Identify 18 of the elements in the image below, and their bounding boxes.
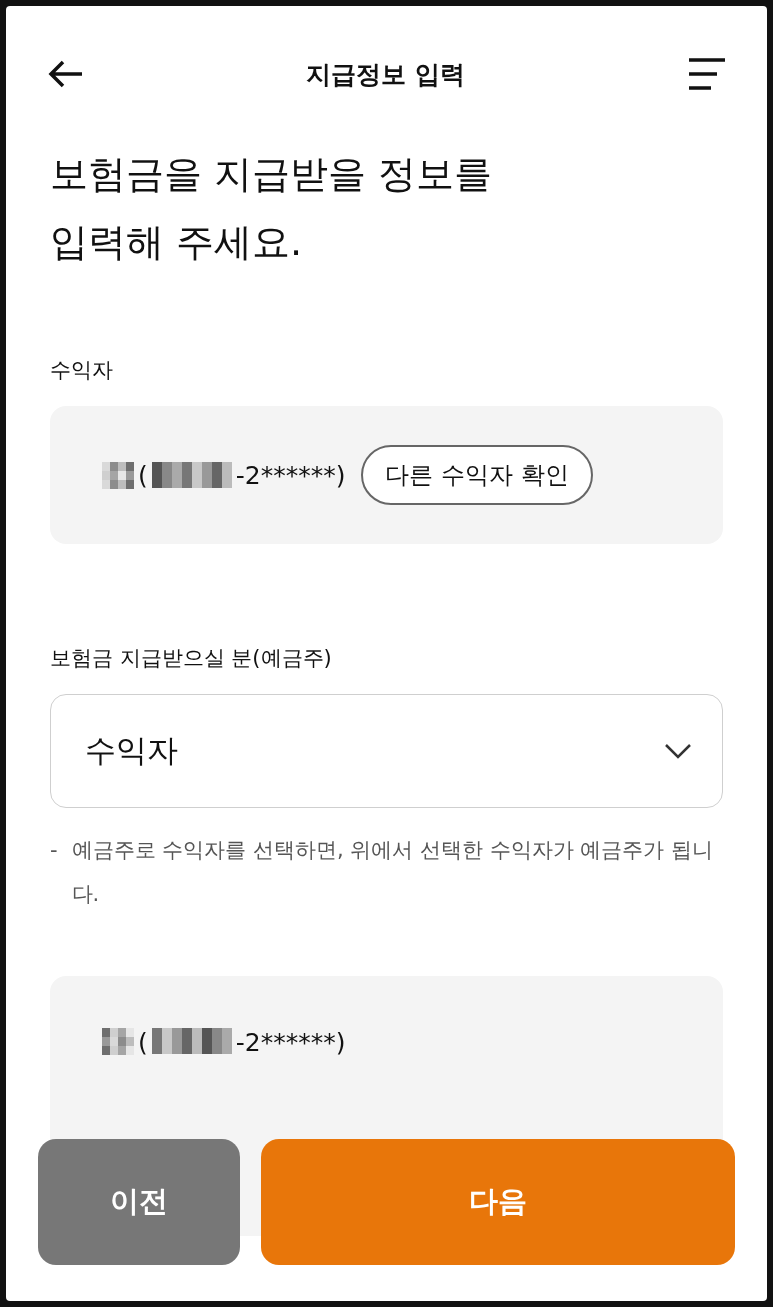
note-dash: - — [50, 837, 58, 864]
masked-id-text: -2******) — [235, 460, 346, 490]
page-title: 지급정보 입력 — [306, 58, 465, 91]
masked-id-text: -2******) — [235, 1028, 346, 1057]
field-label: 수익자 — [50, 357, 114, 384]
blurred-name-drawing — [102, 1028, 134, 1055]
page-heading: 보험금을 지급받을 정보를 입력해 주세요. — [50, 151, 494, 266]
field-label: 보험금 지급받으실 분(예금주) — [50, 645, 333, 672]
account-holder-select[interactable]: 수익자 — [50, 694, 723, 808]
blurred-name-drawing — [102, 461, 134, 489]
chevron-down-icon — [664, 743, 692, 759]
other-beneficiary-button[interactable]: 다른 수익자 확인 — [361, 445, 593, 505]
previous-button[interactable]: 이전 — [38, 1139, 240, 1265]
masked-id-text: ( — [138, 1028, 148, 1057]
back-arrow-icon[interactable] — [48, 59, 84, 89]
menu-icon[interactable] — [687, 57, 727, 91]
masked-id-text: ( — [138, 460, 148, 490]
help-note: 예금주로 수익자를 선택하면, 위에서 선택한 수익자가 예금주가 됩니다. — [71, 837, 714, 908]
